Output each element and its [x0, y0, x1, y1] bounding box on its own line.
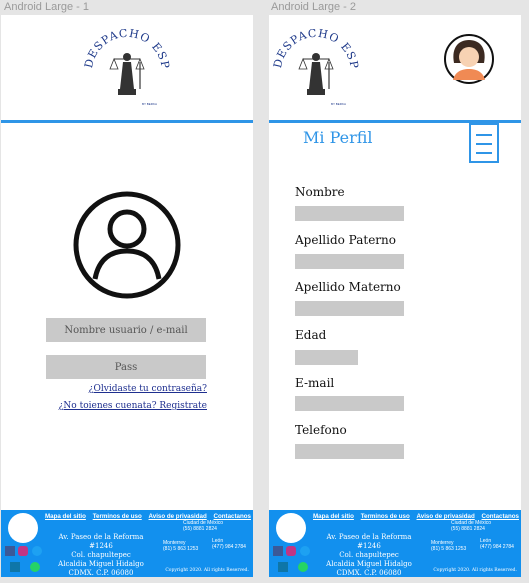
footer-links: Mapa del sitio Terminos de uso Aviso de … — [45, 513, 251, 520]
page-title: Mi Perfil — [303, 128, 373, 147]
footer-address: Av. Paseo de la Reforma #1246 Col. chapu… — [326, 533, 412, 577]
linkedin-icon[interactable] — [10, 562, 20, 572]
linkedin-icon[interactable] — [278, 562, 288, 572]
apellido-paterno-field[interactable] — [295, 254, 404, 269]
terms-link[interactable]: Terminos de uso — [361, 513, 410, 520]
footer: Mapa del sitio Terminos de uso Aviso de … — [1, 510, 253, 577]
telefono-field[interactable] — [295, 444, 404, 459]
city-leon: León (477) 984 2784 — [480, 538, 514, 550]
profile-screen: DESPACHO ESPINOZA BY BERKA Mi Perfil Nom… — [269, 15, 521, 577]
login-screen: DESPACHO ESPINOZA BY BERKA Nombre usuari… — [1, 15, 253, 577]
instagram-icon[interactable] — [18, 546, 28, 556]
footer: Mapa del sitio Terminos de uso Aviso de … — [269, 510, 521, 577]
whatsapp-icon[interactable] — [30, 562, 40, 572]
facebook-icon[interactable] — [273, 546, 283, 556]
contact-link[interactable]: Contactanos — [214, 513, 251, 520]
username-input[interactable]: Nombre usuario / e-mail — [46, 318, 206, 342]
privacy-link[interactable]: Aviso de privasidad — [149, 513, 207, 520]
avatar[interactable] — [443, 33, 495, 85]
terms-link[interactable]: Terminos de uso — [93, 513, 142, 520]
user-icon — [73, 191, 181, 299]
field-label-apellido-paterno: Apellido Paterno — [295, 233, 396, 247]
sitemap-link[interactable]: Mapa del sitio — [313, 513, 354, 520]
svg-text:BY BERKA: BY BERKA — [331, 102, 346, 106]
apellido-materno-field[interactable] — [295, 301, 404, 316]
twitter-icon[interactable] — [300, 546, 310, 556]
footer-logo — [8, 513, 38, 543]
field-label-telefono: Telefono — [295, 423, 347, 437]
copyright: Copyright 2020. All rights Reserved. — [433, 568, 517, 573]
city-cdmx: Ciudad de México (55) 8881 2824 — [183, 520, 224, 532]
facebook-icon[interactable] — [5, 546, 15, 556]
field-label-apellido-materno: Apellido Materno — [295, 280, 401, 294]
email-field[interactable] — [295, 396, 404, 411]
whatsapp-icon[interactable] — [298, 562, 308, 572]
footer-logo — [276, 513, 306, 543]
register-link[interactable]: ¿No toienes cuenata? Registrate — [59, 401, 207, 411]
header-divider — [1, 120, 253, 123]
twitter-icon[interactable] — [32, 546, 42, 556]
despacho-logo: DESPACHO ESPINOZA BY BERKA — [80, 17, 171, 106]
contact-link[interactable]: Contactanos — [482, 513, 519, 520]
sitemap-link[interactable]: Mapa del sitio — [45, 513, 86, 520]
frame-title-1: Android Large - 1 — [4, 1, 89, 13]
nombre-field[interactable] — [295, 206, 404, 221]
field-label-email: E-mail — [295, 376, 335, 390]
city-cdmx: Ciudad de México (55) 8881 2824 — [451, 520, 492, 532]
city-monterrey: Monterrey (81) 5 863 1253 — [163, 540, 199, 552]
field-label-nombre: Nombre — [295, 185, 345, 199]
menu-icon[interactable] — [469, 123, 499, 163]
footer-links: Mapa del sitio Terminos de uso Aviso de … — [313, 513, 519, 520]
despacho-logo: DESPACHO ESPINOZA BY BERKA — [269, 17, 360, 106]
forgot-password-link[interactable]: ¿Olvidaste tu contraseña? — [89, 384, 207, 394]
city-monterrey: Monterrey (81) 5 863 1253 — [431, 540, 467, 552]
instagram-icon[interactable] — [286, 546, 296, 556]
password-input[interactable]: Pass — [46, 355, 206, 379]
edad-field[interactable] — [295, 350, 358, 365]
city-leon: León (477) 984 2784 — [212, 538, 246, 550]
footer-address: Av. Paseo de la Reforma #1246 Col. chapu… — [58, 533, 144, 577]
privacy-link[interactable]: Aviso de privasidad — [417, 513, 475, 520]
field-label-edad: Edad — [295, 328, 327, 342]
copyright: Copyright 2020. All rights Reserved. — [165, 568, 249, 573]
svg-text:BY BERKA: BY BERKA — [142, 102, 157, 106]
frame-title-2: Android Large - 2 — [271, 1, 356, 13]
